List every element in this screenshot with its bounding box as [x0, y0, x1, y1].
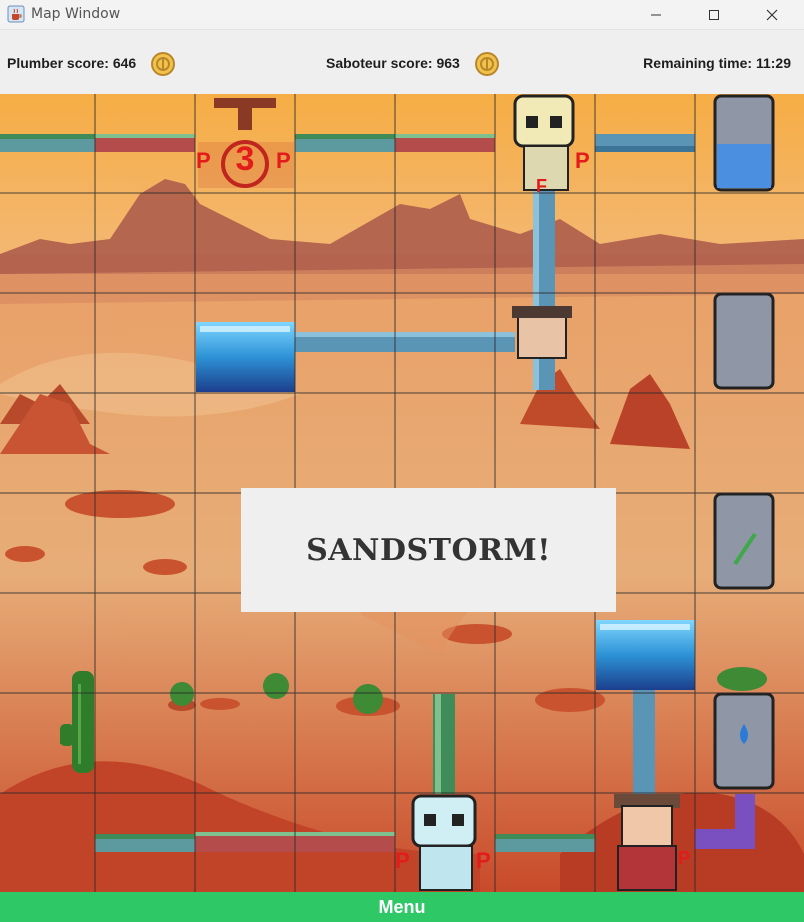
close-button[interactable]: [743, 0, 801, 30]
pump-count-label: 3: [236, 140, 255, 178]
menu-button[interactable]: Menu: [0, 892, 804, 922]
plumber-label-bottom: P: [678, 848, 690, 868]
saboteur-label-bottom: P: [476, 848, 491, 873]
window-title-bar: Map Window: [0, 0, 804, 30]
game-board[interactable]: 3 P P P F P P P SANDSTORM!: [0, 94, 804, 892]
window-title: Map Window: [31, 6, 121, 22]
remaining-time: Remaining time: 11:29: [643, 55, 791, 71]
score-bar: Plumber score: 646 Saboteur score: 963 R…: [0, 31, 804, 94]
coin-icon: [151, 52, 175, 76]
close-icon: [766, 9, 778, 21]
saboteur-score: Saboteur score: 963: [326, 55, 460, 71]
minimize-button[interactable]: [627, 0, 685, 30]
java-cup-icon: [7, 5, 25, 23]
saboteur-label-bottom-left: P: [395, 848, 410, 873]
plumber-score: Plumber score: 646: [7, 55, 137, 71]
coin-icon: [475, 52, 499, 76]
maximize-button[interactable]: [685, 0, 743, 30]
event-overlay: SANDSTORM!: [241, 488, 616, 612]
saboteur-label-top: P: [575, 148, 590, 173]
minimize-icon: [651, 14, 661, 16]
pump-label-right: P: [276, 148, 291, 173]
event-title: SANDSTORM!: [306, 532, 551, 568]
pump-label-left: P: [196, 148, 211, 173]
maximize-icon: [709, 10, 719, 20]
